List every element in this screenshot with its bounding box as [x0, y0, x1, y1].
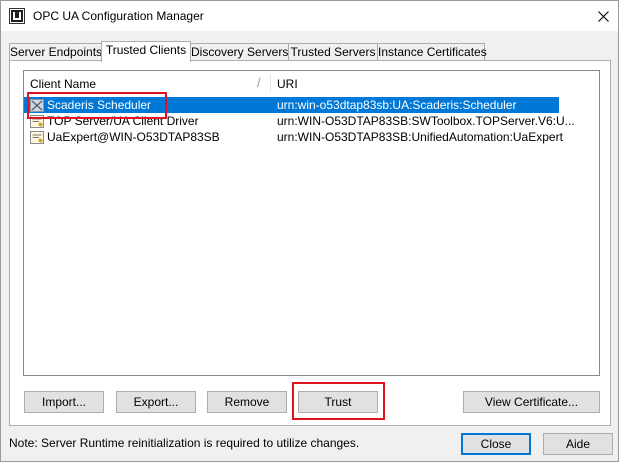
revoked-certificate-icon	[30, 98, 44, 112]
client-name: UaExpert@WIN-O53DTAP83SB	[47, 130, 220, 144]
list-item[interactable]: TOP Server/UA Client Driver urn:WIN-O53D…	[24, 113, 575, 129]
button-label: Close	[480, 437, 512, 451]
client-name-cell: Scaderis Scheduler	[30, 98, 151, 112]
button-label: Import...	[41, 395, 86, 409]
button-label: Remove	[224, 395, 270, 409]
column-resize-mark: /	[257, 75, 261, 90]
view-certificate-button[interactable]: View Certificate...	[463, 391, 600, 413]
tab-trusted-servers[interactable]: Trusted Servers	[288, 43, 378, 60]
list-item[interactable]: Scaderis Scheduler urn:win-o53dtap83sb:U…	[24, 97, 559, 113]
button-label: Trust	[324, 395, 352, 409]
tab-label: Server Endpoints	[10, 45, 103, 59]
certificate-icon	[30, 114, 44, 128]
close-icon	[597, 10, 609, 22]
list-item[interactable]: UaExpert@WIN-O53DTAP83SB urn:WIN-O53DTAP…	[24, 129, 563, 145]
help-button[interactable]: Aide	[543, 433, 613, 455]
opc-ua-app-icon	[9, 8, 25, 24]
tab-label: Trusted Clients	[105, 43, 187, 57]
tab-label: Trusted Servers	[290, 45, 376, 59]
button-label: View Certificate...	[484, 395, 579, 409]
reinitialization-note: Note: Server Runtime reinitialization is…	[9, 436, 360, 450]
column-header-uri[interactable]: URI	[277, 77, 298, 91]
window-title: OPC UA Configuration Manager	[33, 9, 204, 23]
button-label: Aide	[565, 437, 591, 451]
trusted-clients-list[interactable]: Client Name / URI Scaderis Scheduler urn…	[23, 70, 600, 376]
tab-label: Instance Certificates	[378, 45, 487, 59]
trust-button[interactable]: Trust	[298, 391, 378, 413]
column-divider[interactable]	[270, 74, 271, 92]
tab-label: Discovery Servers	[191, 45, 289, 59]
title-bar: OPC UA Configuration Manager	[1, 1, 618, 31]
client-name: Scaderis Scheduler	[47, 98, 152, 112]
tab-trusted-clients[interactable]: Trusted Clients	[101, 41, 191, 62]
client-name: TOP Server/UA Client Driver	[47, 114, 199, 128]
column-header-client-name[interactable]: Client Name	[30, 77, 96, 91]
export-button[interactable]: Export...	[116, 391, 196, 413]
tab-server-endpoints[interactable]: Server Endpoints	[9, 43, 102, 60]
client-uri: urn:WIN-O53DTAP83SB:SWToolbox.TOPServer.…	[277, 114, 575, 128]
remove-button[interactable]: Remove	[207, 391, 287, 413]
tab-instance-certificates[interactable]: Instance Certificates	[377, 43, 487, 60]
client-name-cell: UaExpert@WIN-O53DTAP83SB	[30, 130, 220, 144]
close-button[interactable]: Close	[461, 433, 531, 455]
tab-discovery-servers[interactable]: Discovery Servers	[190, 43, 289, 60]
client-name-cell: TOP Server/UA Client Driver	[30, 114, 199, 128]
client-uri: urn:win-o53dtap83sb:UA:Scaderis:Schedule…	[277, 98, 517, 112]
certificate-icon	[30, 130, 44, 144]
list-header: Client Name / URI	[24, 71, 599, 96]
config-manager-window: OPC UA Configuration Manager Server Endp…	[0, 0, 619, 462]
window-close-button[interactable]	[588, 1, 618, 31]
import-button[interactable]: Import...	[24, 391, 104, 413]
button-label: Export...	[133, 395, 179, 409]
client-uri: urn:WIN-O53DTAP83SB:UnifiedAutomation:Ua…	[277, 130, 563, 144]
